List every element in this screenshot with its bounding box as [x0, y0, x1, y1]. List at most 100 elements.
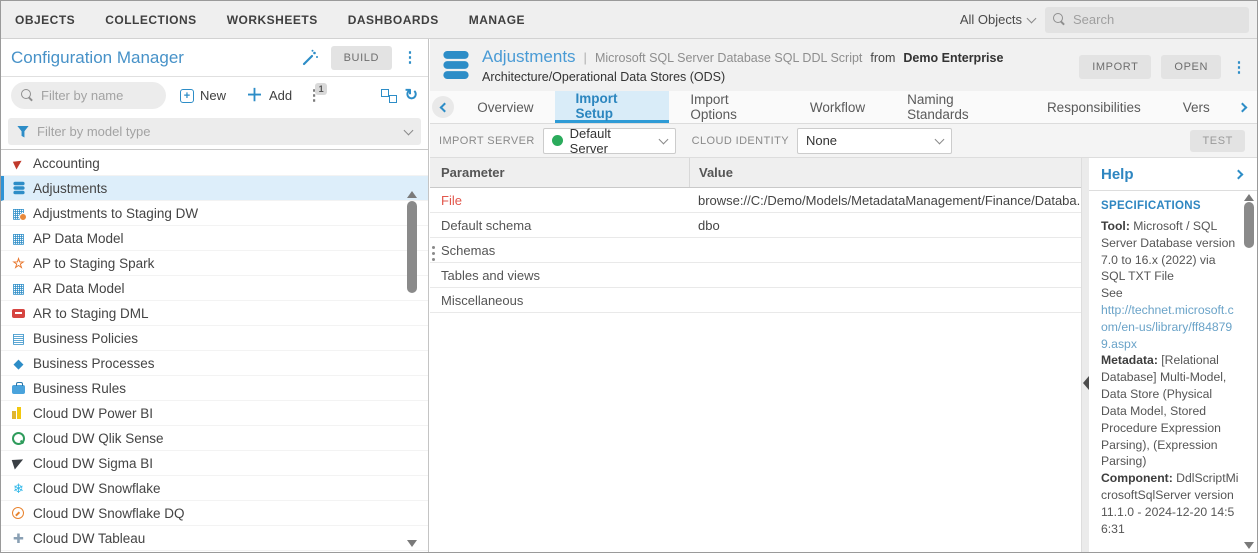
help-panel-splitter[interactable] [1081, 158, 1089, 552]
import-server-label: IMPORT SERVER [439, 135, 535, 147]
object-menu-icon[interactable]: ⋮ [1231, 60, 1247, 75]
sidebar: Configuration Manager BUILD ⋮ + New ＋ Ad… [1, 39, 429, 552]
search-input[interactable] [1073, 12, 1249, 27]
list-item[interactable]: Cloud DW Snowflake DQ [1, 501, 428, 526]
top-nav: OBJECTS COLLECTIONS WORKSHEETS DASHBOARD… [1, 1, 1257, 39]
list-item[interactable]: Business Rules [1, 376, 428, 401]
global-search[interactable] [1045, 7, 1249, 33]
table-row[interactable]: File browse://C:/Demo/Models/MetadataMan… [430, 188, 1089, 213]
column-parameter: Parameter [430, 165, 689, 180]
list-item[interactable]: Cloud DW Sigma BI [1, 451, 428, 476]
scroll-down-icon[interactable] [407, 540, 417, 547]
list-item[interactable]: AR to Staging DML [1, 301, 428, 326]
new-button[interactable]: + New [174, 88, 232, 103]
top-nav-items: OBJECTS COLLECTIONS WORKSHEETS DASHBOARD… [1, 13, 525, 27]
documentation-link[interactable]: http://technet.microsoft.com/en-us/libra… [1101, 302, 1239, 352]
collapse-handle-icon[interactable] [1083, 376, 1089, 390]
nav-manage[interactable]: MANAGE [469, 13, 525, 27]
panel-splitter[interactable] [432, 246, 435, 261]
hierarchy-view-icon[interactable] [380, 88, 397, 103]
tool-spec: Tool: Microsoft / SQL Server Database ve… [1101, 218, 1239, 285]
filter-by-name-box[interactable] [11, 82, 166, 109]
chevron-right-icon [1237, 102, 1247, 112]
scrollbar-thumb[interactable] [1244, 202, 1254, 248]
dml-icon [11, 306, 26, 321]
import-button[interactable]: IMPORT [1079, 55, 1151, 79]
object-header: Adjustments | Microsoft SQL Server Datab… [430, 39, 1257, 91]
sidebar-menu-icon[interactable]: ⋮ [402, 50, 418, 65]
tabs-scroll-left[interactable] [430, 91, 456, 123]
tab-workflow[interactable]: Workflow [789, 91, 886, 123]
nav-objects[interactable]: OBJECTS [15, 13, 75, 27]
help-panel: Help SPECIFICATIONS Tool: Microsoft / SQ… [1089, 158, 1257, 552]
add-button[interactable]: ＋ Add [240, 88, 298, 103]
chevron-down-icon [1027, 13, 1037, 23]
import-server-select[interactable]: Default Server [543, 128, 676, 154]
list-item[interactable]: Cloud DW Snowflake [1, 476, 428, 501]
model-type-filter-row [1, 114, 428, 150]
help-header: Help [1089, 158, 1257, 191]
list-item[interactable]: Cloud DW Power BI [1, 401, 428, 426]
nav-worksheets[interactable]: WORKSHEETS [227, 13, 318, 27]
title-separator: | [584, 50, 587, 65]
list-item[interactable]: AR Data Model [1, 276, 428, 301]
scope-selector[interactable]: All Objects [960, 12, 1035, 27]
table-row[interactable]: Schemas [430, 238, 1089, 263]
scroll-up-icon[interactable] [407, 191, 417, 198]
table-row[interactable]: Miscellaneous [430, 288, 1089, 313]
tab-responsibilities[interactable]: Responsibilities [1026, 91, 1162, 123]
list-item[interactable]: Adjustments to Staging DW [1, 201, 428, 226]
test-button[interactable]: TEST [1190, 130, 1245, 152]
cloud-identity-select[interactable]: None [797, 128, 952, 154]
data-model-icon [11, 231, 26, 246]
refresh-icon[interactable]: ↻ [405, 88, 418, 104]
panel-title: Configuration Manager [11, 48, 301, 68]
filter-by-model-type-input[interactable] [37, 124, 397, 139]
tabs-scroll-right[interactable] [1231, 91, 1257, 123]
sidebar-scrollbar[interactable] [406, 191, 418, 547]
list-item-selected[interactable]: Adjustments [1, 176, 428, 201]
tab-import-options[interactable]: Import Options [669, 91, 788, 123]
list-item[interactable]: Cloud DW Tableau [1, 526, 428, 551]
object-title: Adjustments [482, 47, 576, 67]
filter-by-name-input[interactable] [41, 88, 156, 103]
scroll-down-icon[interactable] [1244, 542, 1254, 549]
briefcase-icon [11, 381, 26, 396]
table-row[interactable]: Default schema dbo [430, 213, 1089, 238]
accounting-icon [11, 156, 26, 171]
new-document-icon: + [180, 89, 194, 103]
scrollbar-thumb[interactable] [407, 201, 417, 293]
tab-versions[interactable]: Vers [1162, 91, 1231, 123]
see-label: See [1101, 285, 1239, 302]
list-item[interactable]: AP to Staging Spark [1, 251, 428, 276]
open-button[interactable]: OPEN [1161, 55, 1221, 79]
list-item[interactable]: Business Processes [1, 351, 428, 376]
pending-actions-menu-icon[interactable]: ⋮ 1 [306, 88, 322, 103]
tab-overview[interactable]: Overview [456, 91, 554, 123]
sigma-icon [11, 456, 26, 471]
table-row[interactable]: Tables and views [430, 263, 1089, 288]
scroll-up-icon[interactable] [1244, 194, 1254, 201]
tab-naming-standards[interactable]: Naming Standards [886, 91, 1026, 123]
list-item[interactable]: Accounting [1, 151, 428, 176]
database-icon [11, 181, 26, 196]
chevron-right-icon[interactable] [1234, 169, 1244, 179]
list-item[interactable]: Cloud DW Qlik Sense [1, 426, 428, 451]
column-value: Value [689, 158, 1089, 187]
help-content: SPECIFICATIONS Tool: Microsoft / SQL Ser… [1089, 191, 1243, 552]
help-scrollbar[interactable] [1243, 194, 1255, 549]
list-item[interactable]: AP Data Model [1, 226, 428, 251]
document-icon [11, 331, 26, 346]
import-server-row: IMPORT SERVER Default Server CLOUD IDENT… [430, 124, 1257, 158]
scope-label: All Objects [960, 12, 1022, 27]
filter-by-model-type-box[interactable] [8, 118, 421, 145]
wand-icon[interactable] [301, 49, 319, 67]
nav-dashboards[interactable]: DASHBOARDS [348, 13, 439, 27]
tab-import-setup[interactable]: Import Setup [555, 91, 670, 123]
chevron-down-icon [404, 125, 414, 135]
build-button[interactable]: BUILD [331, 46, 392, 70]
list-item[interactable]: Business Policies [1, 326, 428, 351]
from-label: from [870, 51, 895, 65]
nav-collections[interactable]: COLLECTIONS [105, 13, 197, 27]
chevron-down-icon [935, 134, 945, 144]
